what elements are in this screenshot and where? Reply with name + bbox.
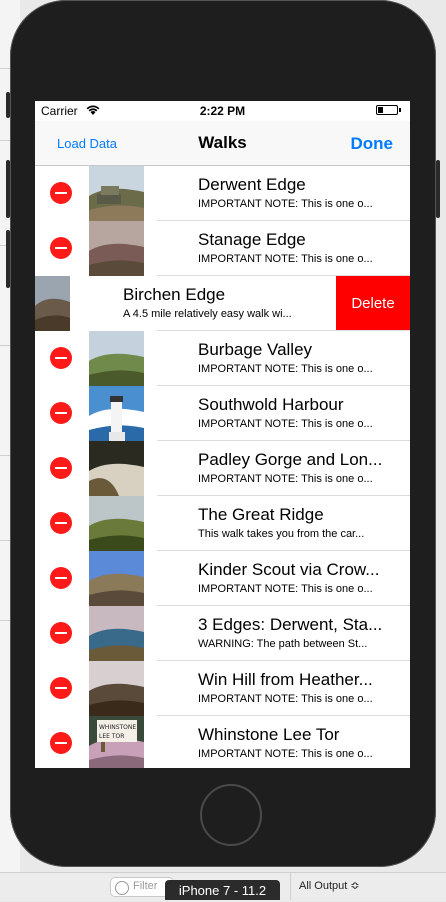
- navigation-bar: Load Data Walks Done: [35, 121, 410, 166]
- delete-control-icon[interactable]: [50, 622, 72, 644]
- walk-title: Derwent Edge: [198, 175, 306, 194]
- mute-switch: [6, 92, 10, 118]
- walk-title: The Great Ridge: [198, 505, 324, 524]
- delete-control-icon[interactable]: [50, 457, 72, 479]
- delete-control-icon[interactable]: [50, 237, 72, 259]
- done-button[interactable]: Done: [351, 134, 394, 154]
- table-row[interactable]: Kinder Scout via Crow... IMPORTANT NOTE: …: [35, 551, 410, 606]
- delete-control-icon[interactable]: [50, 677, 72, 699]
- delete-control-icon[interactable]: [50, 732, 72, 754]
- delete-control-icon[interactable]: [50, 512, 72, 534]
- walk-subtitle: A 4.5 mile relatively easy walk wi...: [123, 308, 292, 320]
- walk-thumbnail: [35, 276, 70, 331]
- table-row[interactable]: Derwent Edge IMPORTANT NOTE: This is one …: [35, 166, 410, 221]
- walk-title: Stanage Edge: [198, 230, 306, 249]
- table-row[interactable]: Burbage Valley IMPORTANT NOTE: This is on…: [35, 331, 410, 386]
- battery-level: [378, 107, 384, 113]
- delete-button[interactable]: Delete: [336, 276, 410, 331]
- walk-thumbnail: [89, 331, 144, 386]
- table-row[interactable]: Birchen Edge A 4.5 mile relatively easy w…: [35, 276, 410, 331]
- filter-icon: [115, 881, 129, 895]
- power-button: [436, 160, 440, 218]
- filter-placeholder: Filter: [133, 880, 158, 892]
- walk-thumbnail: [89, 441, 144, 496]
- table-row[interactable]: Southwold Harbour IMPORTANT NOTE: This is…: [35, 386, 410, 441]
- table-row[interactable]: Padley Gorge and Lon... IMPORTANT NOTE: T…: [35, 441, 410, 496]
- svg-text:WHINSTONE: WHINSTONE: [99, 724, 136, 731]
- table-row[interactable]: Stanage Edge IMPORTANT NOTE: This is one …: [35, 221, 410, 276]
- walk-subtitle: IMPORTANT NOTE: This is one o...: [198, 253, 373, 265]
- output-selector[interactable]: All Output ≎: [290, 872, 446, 900]
- walk-thumbnail: [89, 386, 144, 441]
- walk-subtitle: WARNING: The path between St...: [198, 638, 368, 650]
- simulator-screen: Carrier 2:22 PM Load Data Walks Done Der…: [35, 101, 410, 768]
- delete-control-icon[interactable]: [50, 182, 72, 204]
- battery-nub: [399, 108, 401, 112]
- table-row[interactable]: WHINSTONE LEE TOR Whinstone Lee Tor IMPORTA…: [35, 716, 410, 768]
- table-row[interactable]: 3 Edges: Derwent, Sta... WARNING: The pat…: [35, 606, 410, 661]
- walk-title: Burbage Valley: [198, 340, 313, 359]
- walk-thumbnail: [89, 661, 144, 716]
- walk-thumbnail: WHINSTONE LEE TOR: [89, 716, 144, 768]
- table-row[interactable]: The Great Ridge This walk takes you from …: [35, 496, 410, 551]
- volume-up-button: [6, 160, 10, 218]
- battery-icon: [376, 105, 398, 115]
- walk-subtitle: IMPORTANT NOTE: This is one o...: [198, 418, 373, 430]
- walk-subtitle: IMPORTANT NOTE: This is one o...: [198, 748, 373, 760]
- status-time: 2:22 PM: [199, 104, 246, 118]
- home-button[interactable]: [200, 784, 262, 846]
- walk-subtitle: IMPORTANT NOTE: This is one o...: [198, 198, 373, 210]
- walk-title: Kinder Scout via Crow...: [198, 560, 380, 579]
- table-row[interactable]: Win Hill from Heather... IMPORTANT NOTE: …: [35, 661, 410, 716]
- walk-subtitle: IMPORTANT NOTE: This is one o...: [198, 693, 373, 705]
- svg-text:LEE TOR: LEE TOR: [99, 733, 124, 740]
- walk-thumbnail: [89, 551, 144, 606]
- status-bar: Carrier 2:22 PM: [35, 101, 410, 121]
- walk-title: 3 Edges: Derwent, Sta...: [198, 615, 383, 634]
- walk-thumbnail: [89, 221, 144, 276]
- output-selector-label: All Output ≎: [299, 880, 360, 892]
- delete-control-icon[interactable]: [50, 567, 72, 589]
- walk-thumbnail: [89, 166, 144, 221]
- walk-title: Whinstone Lee Tor: [198, 725, 340, 744]
- walk-subtitle: IMPORTANT NOTE: This is one o...: [198, 363, 373, 375]
- volume-down-button: [6, 230, 10, 288]
- walk-thumbnail: [89, 606, 144, 661]
- walk-subtitle: IMPORTANT NOTE: This is one o...: [198, 583, 373, 595]
- delete-control-icon[interactable]: [50, 347, 72, 369]
- walk-title: Win Hill from Heather...: [198, 670, 373, 689]
- walk-thumbnail: [89, 496, 144, 551]
- delete-control-icon[interactable]: [50, 402, 72, 424]
- walk-subtitle: This walk takes you from the car...: [198, 528, 365, 540]
- walk-subtitle: IMPORTANT NOTE: This is one o...: [198, 473, 373, 485]
- device-label: iPhone 7 - 11.2: [165, 880, 280, 900]
- walk-title: Padley Gorge and Lon...: [198, 450, 383, 469]
- walk-title: Southwold Harbour: [198, 395, 344, 414]
- walk-title: Birchen Edge: [123, 285, 226, 304]
- walks-table: Derwent Edge IMPORTANT NOTE: This is one …: [35, 166, 410, 768]
